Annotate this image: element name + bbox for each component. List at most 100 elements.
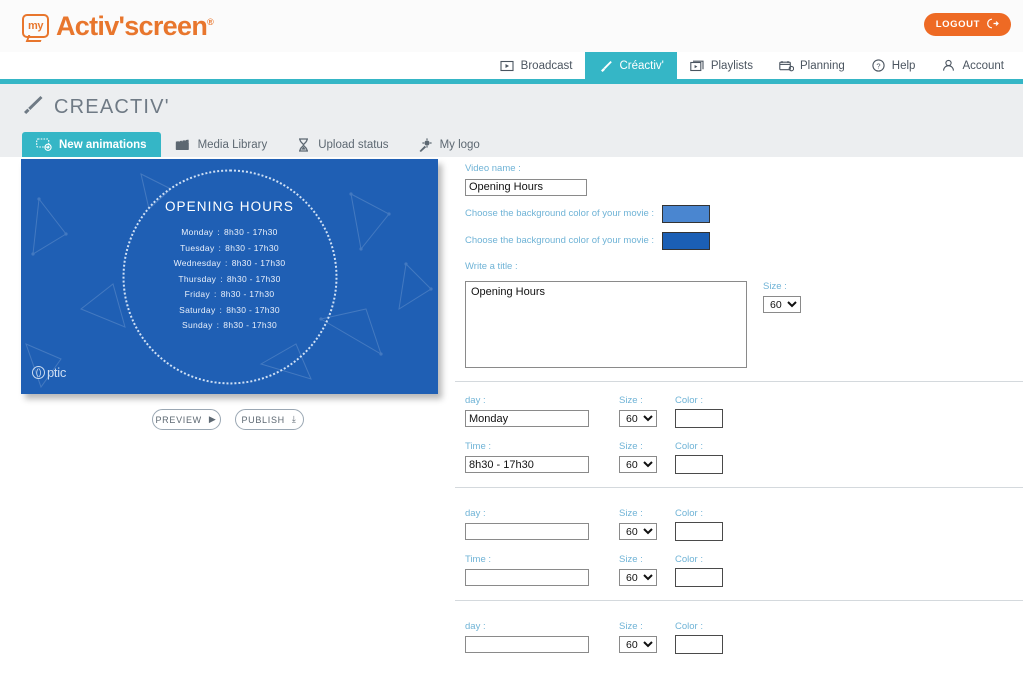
nav-label-creactiv: Créactiv' <box>619 59 664 72</box>
nav-item-planning[interactable]: Planning <box>766 52 858 79</box>
nav-label-playlists: Playlists <box>710 59 754 72</box>
preview-action-buttons: PREVIEW ▶ PUBLISH ⤓ <box>0 409 455 430</box>
background-color-2-swatch[interactable] <box>662 231 711 250</box>
day-input[interactable] <box>465 410 589 427</box>
row-color-swatch[interactable] <box>675 567 723 587</box>
subtab-upload-status[interactable]: Upload status <box>281 132 402 157</box>
preview-day: Thursday <box>178 273 217 284</box>
row-size-select[interactable]: 20304050607080 <box>619 410 657 427</box>
row-color-swatch[interactable] <box>675 454 723 474</box>
row-color-label: Color : <box>675 507 703 519</box>
row-color-group: Color : <box>675 441 735 474</box>
user-icon <box>941 59 956 73</box>
form-row-time: Time : Size : 20304050607080 Color : <box>455 441 1023 474</box>
title-size-select[interactable]: 20304050607080 <box>763 296 801 313</box>
row-size-label: Size : <box>619 507 643 519</box>
preview-separator: : <box>216 320 220 330</box>
row-color-swatch[interactable] <box>675 521 723 541</box>
clapperboard-icon <box>175 138 191 152</box>
optic-watermark-logo: () ptic <box>32 365 66 380</box>
nav-item-account[interactable]: Account <box>928 52 1017 79</box>
brand-mark-icon: my <box>22 14 49 38</box>
row-size-select[interactable]: 20304050607080 <box>619 569 657 586</box>
row-field-group: day : <box>465 508 610 541</box>
day-input[interactable] <box>465 523 589 540</box>
video-name-input[interactable] <box>465 178 587 196</box>
new-animation-icon <box>36 138 52 152</box>
time-input[interactable] <box>465 456 589 473</box>
nav-label-planning: Planning <box>800 59 845 72</box>
logout-arrow-icon <box>986 18 999 31</box>
hourglass-icon <box>295 137 311 152</box>
row-size-group: Size : 20304050607080 <box>619 554 663 587</box>
row-size-select[interactable]: 20304050607080 <box>619 456 657 473</box>
preview-separator: : <box>218 242 222 253</box>
row-size-group: Size : 20304050607080 <box>619 508 663 541</box>
subtab-my-logo[interactable]: My logo <box>403 132 494 157</box>
playlist-box-icon <box>690 59 705 73</box>
row-color-swatch[interactable] <box>675 634 723 654</box>
background-color-2-label: Choose the background color of your movi… <box>465 235 655 246</box>
row-size-label: Size : <box>619 394 643 406</box>
preview-time: 8h30 - 17h30 <box>220 289 275 299</box>
preview-time: 8h30 - 17h30 <box>226 273 281 284</box>
row-color-group: Color : <box>675 621 735 654</box>
background-color-2-group: Choose the background color of your movi… <box>455 231 1023 250</box>
video-name-group: Video name : <box>455 163 1023 196</box>
preview-hours-row: Wednesday:8h30 - 17h30 <box>21 256 438 272</box>
preview-day: Monday <box>181 227 214 237</box>
logout-button[interactable]: LOGOUT <box>923 13 1011 36</box>
subtab-new-animations[interactable]: New animations <box>22 132 161 157</box>
preview-title: OPENING HOURS <box>164 199 295 214</box>
svg-text:?: ? <box>876 61 880 70</box>
nav-item-playlists[interactable]: Playlists <box>677 52 766 79</box>
wand-icon <box>417 137 433 152</box>
row-color-swatch[interactable] <box>675 408 723 428</box>
time-input[interactable] <box>465 569 589 586</box>
row-color-group: Color : <box>675 508 735 541</box>
settings-form: Video name : Choose the background color… <box>455 157 1023 673</box>
row-color-label: Color : <box>675 620 703 632</box>
subtab-label-my-logo: My logo <box>439 138 480 151</box>
row-color-label: Color : <box>675 553 703 565</box>
row-size-group: Size : 20304050607080 <box>619 395 663 428</box>
brand-name: Activ'screen® <box>56 10 214 41</box>
title-textarea[interactable] <box>465 280 747 368</box>
subtab-label-media-library: Media Library <box>197 138 268 151</box>
background-color-1-label: Choose the background color of your movi… <box>465 208 655 219</box>
logout-label: LOGOUT <box>935 19 980 30</box>
preview-content: OPENING HOURS Monday:8h30 - 17h30 Tuesday… <box>21 199 438 334</box>
optic-watermark-text: ptic <box>47 365 67 380</box>
play-box-icon <box>500 59 515 73</box>
preview-time: 8h30 - 17h30 <box>231 258 286 268</box>
row-size-group: Size : 20304050607080 <box>619 621 663 654</box>
preview-hours-list: Monday:8h30 - 17h30 Tuesday:8h30 - 17h30 W… <box>21 225 438 334</box>
preview-day: Sunday <box>181 320 213 330</box>
subtab-media-library[interactable]: Media Library <box>161 132 282 157</box>
nav-item-creactiv[interactable]: Créactiv' <box>585 52 677 79</box>
subtab-label-upload-status: Upload status <box>318 138 389 151</box>
row-size-group: Size : 20304050607080 <box>619 441 663 474</box>
nav-label-broadcast: Broadcast <box>520 59 573 72</box>
nav-item-help[interactable]: ? Help <box>858 52 929 79</box>
preview-pane: OPENING HOURS Monday:8h30 - 17h30 Tuesday… <box>0 157 455 673</box>
nav-label-account: Account <box>962 59 1004 72</box>
row-field-group: day : <box>465 621 610 654</box>
background-color-1-swatch[interactable] <box>662 204 711 223</box>
row-field-group: Time : <box>465 441 610 474</box>
nav-item-broadcast[interactable]: Broadcast <box>487 52 586 79</box>
preview-day: Saturday <box>179 304 216 315</box>
row-field-group: Time : <box>465 554 610 587</box>
preview-time: 8h30 - 17h30 <box>225 242 279 253</box>
preview-button[interactable]: PREVIEW ▶ <box>151 409 221 430</box>
form-row-day: day : Size : 20304050607080 Color : <box>455 621 1023 654</box>
preview-hours-row: Saturday:8h30 - 17h30 <box>21 303 438 319</box>
main-navigation: Broadcast Créactiv' Playlists Planning ?… <box>0 52 1023 79</box>
row-size-select[interactable]: 20304050607080 <box>619 523 657 540</box>
brand-mark-label: my <box>28 19 43 32</box>
optic-ring-icon: () <box>32 366 45 379</box>
row-size-select[interactable]: 20304050607080 <box>619 636 657 653</box>
preview-hours-row: Tuesday:8h30 - 17h30 <box>21 241 438 257</box>
day-input[interactable] <box>465 636 589 653</box>
publish-button[interactable]: PUBLISH ⤓ <box>234 409 304 430</box>
